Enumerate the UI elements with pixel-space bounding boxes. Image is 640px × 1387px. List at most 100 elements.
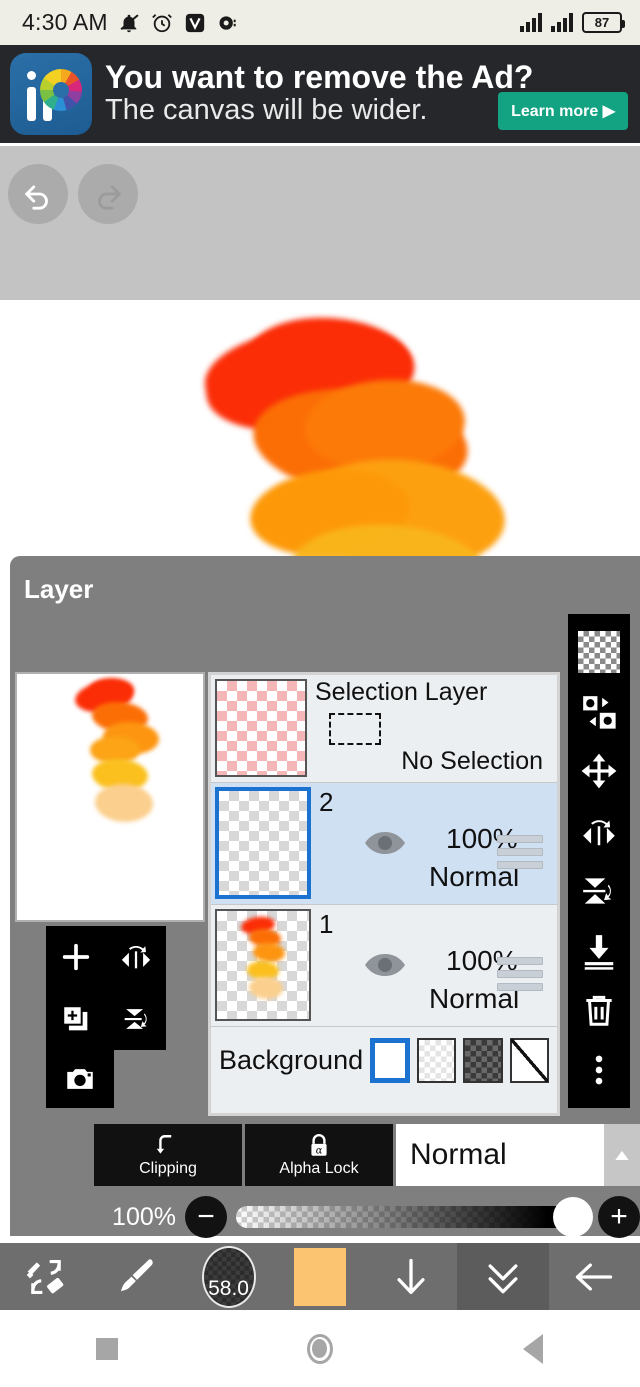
collapse-panel-button[interactable] [457, 1243, 549, 1310]
opacity-slider-track[interactable] [236, 1197, 593, 1237]
layer-info: 2 100% Normal [311, 787, 553, 899]
camera-icon [67, 1069, 93, 1089]
layer-drag-handle[interactable] [497, 835, 543, 874]
opacity-slider-knob[interactable] [553, 1197, 593, 1237]
move-icon [581, 753, 617, 789]
status-right: 87 [520, 12, 625, 33]
selection-marquee-icon [329, 712, 381, 745]
battery-level: 87 [594, 15, 610, 30]
more-options-button[interactable] [574, 1044, 624, 1096]
brush-eraser-swap-button[interactable] [0, 1243, 91, 1310]
eye-icon [365, 954, 405, 976]
background-row: Background [211, 1027, 557, 1093]
background-option-dark-checker[interactable] [463, 1037, 503, 1083]
double-chevron-down-icon [488, 1263, 518, 1293]
nav-home-button[interactable] [213, 1333, 426, 1364]
blend-mode-value: Normal [410, 1138, 507, 1171]
background-option-light-checker[interactable] [417, 1037, 457, 1083]
blend-mode-select[interactable]: Normal [396, 1124, 640, 1186]
flip-vertical-icon [583, 878, 612, 904]
clipping-button[interactable]: Clipping [94, 1124, 242, 1186]
v-app-icon [185, 13, 204, 32]
layer-visibility-toggle[interactable] [363, 951, 407, 984]
layer-drag-handle[interactable] [497, 957, 543, 996]
layer-name: 2 [319, 787, 334, 817]
selection-status: No Selection [401, 746, 543, 775]
selection-layer-row[interactable]: Selection Layer No Selection [211, 675, 557, 783]
back-icon [523, 1333, 544, 1364]
layer-visibility-toggle[interactable] [363, 829, 407, 862]
merge-down-button[interactable] [574, 925, 624, 977]
blend-mode-arrow[interactable] [604, 1124, 640, 1186]
camera-button[interactable] [46, 1050, 114, 1108]
plus-icon [62, 943, 90, 971]
flip-vertical-icon [124, 1009, 147, 1029]
ad-headline: You want to remove the Ad? [105, 58, 534, 95]
brush-icon [120, 1258, 153, 1291]
chevron-up-icon [615, 1150, 629, 1160]
delete-layer-button[interactable] [574, 984, 624, 1036]
layer-action-tools [46, 926, 166, 1108]
alarm-icon [151, 13, 172, 32]
opacity-value: 100% [112, 1202, 176, 1231]
color-button[interactable] [274, 1243, 365, 1310]
layer-row[interactable]: 1 100% Normal [211, 905, 557, 1027]
battery-indicator: 87 [582, 12, 625, 33]
flip-horizontal-button[interactable] [574, 805, 624, 857]
brush-size-button[interactable]: 58.0 [183, 1243, 274, 1310]
opacity-decrease-button[interactable]: − [185, 1196, 227, 1238]
current-color-swatch[interactable] [293, 1247, 346, 1306]
nav-recents-button[interactable] [0, 1337, 213, 1360]
undo-button[interactable] [8, 164, 68, 224]
layer-thumbnail[interactable] [215, 787, 311, 899]
opacity-increase-button[interactable]: + [598, 1196, 640, 1238]
layer-thumbnail[interactable] [215, 909, 311, 1021]
alpha-lock-icon: α [311, 1133, 327, 1156]
flip-horizontal-button[interactable] [106, 926, 166, 988]
learn-more-button[interactable]: Learn more ▶ [498, 92, 628, 130]
checkerboard-icon [578, 630, 620, 673]
selection-layer-thumbnail [215, 679, 307, 777]
layer-list: Selection Layer No Selection 2 100% Norm… [208, 672, 560, 1116]
swap-layers-icon [583, 695, 616, 729]
alpha-lock-button[interactable]: α Alpha Lock [245, 1124, 393, 1186]
canvas-preview[interactable] [15, 672, 205, 922]
signal-icon-2 [551, 13, 573, 32]
flip-vertical-button[interactable] [574, 865, 624, 917]
brush-tool-button[interactable] [91, 1243, 182, 1310]
status-time: 4:30 AM [22, 9, 108, 35]
down-arrow-icon [397, 1258, 425, 1294]
nav-back-button[interactable] [427, 1333, 640, 1364]
back-arrow-icon [576, 1262, 613, 1291]
layer-side-toolbar [568, 614, 630, 1108]
down-arrow-button[interactable] [366, 1243, 457, 1310]
undo-icon [25, 185, 48, 210]
swap-layers-button[interactable] [574, 686, 624, 738]
brush-eraser-swap-icon [26, 1259, 63, 1294]
add-layer-button[interactable] [46, 926, 106, 988]
clipping-icon [156, 1134, 172, 1154]
back-button[interactable] [549, 1243, 640, 1310]
status-bar: 4:30 AM 87 [0, 0, 640, 45]
move-button[interactable] [574, 745, 624, 797]
home-icon [306, 1333, 333, 1364]
alpha-lock-label: Alpha Lock [279, 1159, 359, 1177]
opacity-slider-bar: 100% − + [94, 1192, 640, 1242]
background-option-white[interactable] [370, 1037, 411, 1083]
signal-icon-1 [520, 13, 542, 32]
clipping-label: Clipping [139, 1159, 197, 1177]
transparency-button[interactable] [574, 626, 624, 678]
eye-icon [365, 832, 405, 854]
more-vertical-icon [595, 1055, 603, 1085]
ad-banner[interactable]: You want to remove the Ad? The canvas wi… [0, 45, 640, 143]
panel-title: Layer [24, 574, 94, 604]
redo-button[interactable] [78, 164, 138, 224]
merge-down-icon [584, 934, 614, 970]
trash-icon [586, 996, 612, 1027]
flip-vertical-button[interactable] [106, 988, 166, 1050]
selection-layer-info: Selection Layer No Selection [307, 678, 553, 776]
background-option-diagonal[interactable] [509, 1037, 550, 1083]
duplicate-layer-button[interactable] [46, 988, 106, 1050]
top-toolbar [0, 146, 640, 300]
layer-row[interactable]: 2 100% Normal [211, 783, 557, 905]
